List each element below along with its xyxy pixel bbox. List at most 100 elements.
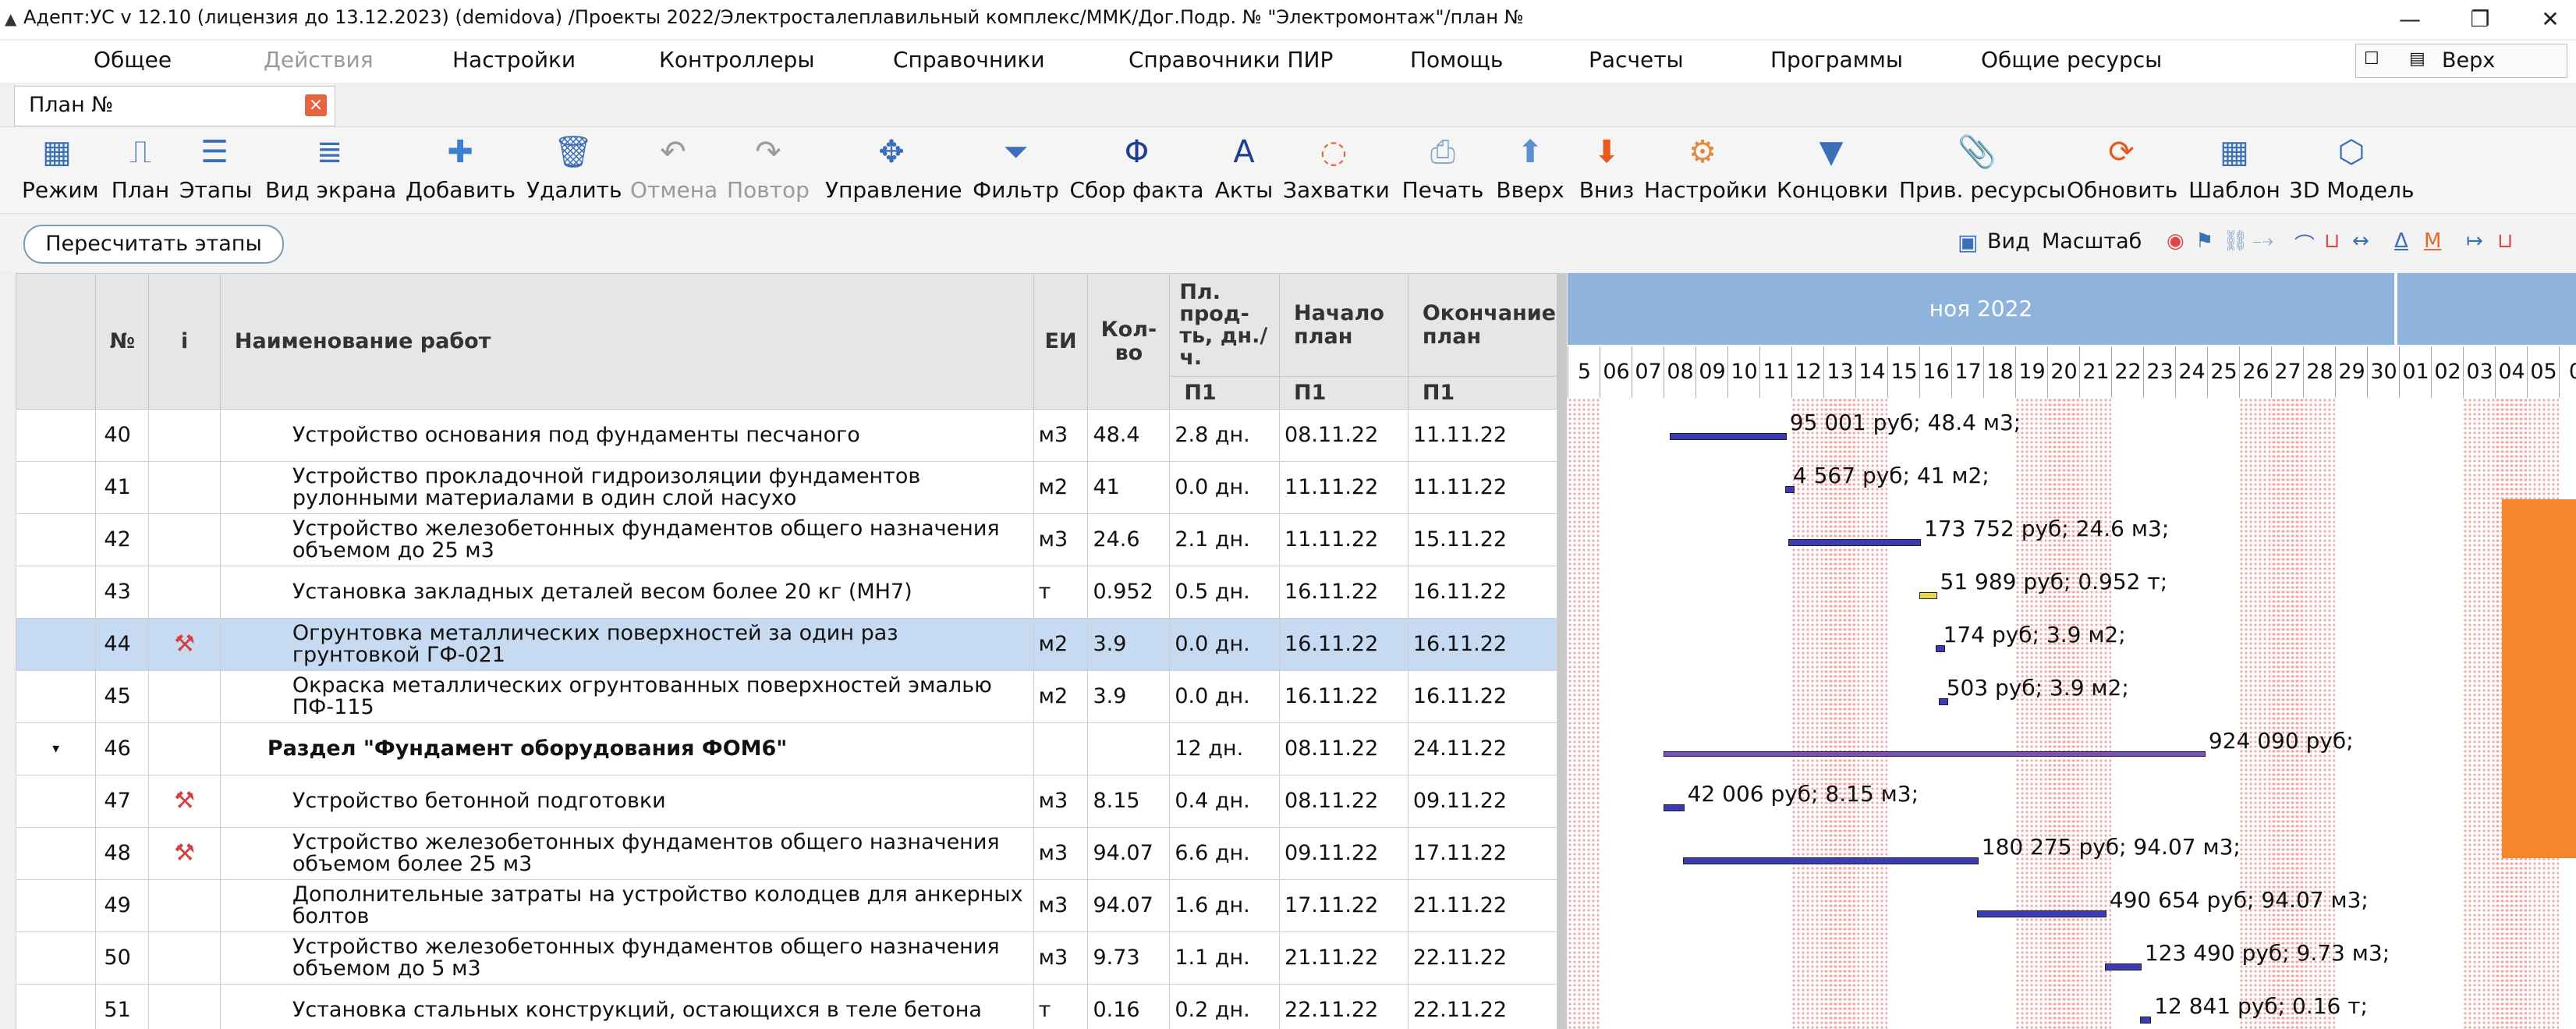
menu-calculations[interactable]: Расчеты: [1589, 47, 1684, 73]
header-info[interactable]: i: [148, 273, 221, 410]
gantt-bar[interactable]: [1664, 751, 2206, 757]
menu-references-pir[interactable]: Справочники ПИР: [1129, 47, 1333, 73]
print-button[interactable]: ⎙ Печать: [1396, 132, 1490, 210]
cell-end[interactable]: 21.11.22: [1407, 879, 1557, 932]
cell-unit[interactable]: м2: [1033, 461, 1089, 514]
cell-start[interactable]: 09.11.22: [1279, 827, 1408, 880]
close-tab-icon[interactable]: ×: [305, 94, 327, 116]
cell-start[interactable]: 16.11.22: [1279, 618, 1408, 671]
cell-expand[interactable]: [16, 775, 97, 828]
table-row[interactable]: 40 Устройство основания под фундаменты пе…: [16, 409, 1557, 462]
arc-icon[interactable]: ⌒: [2294, 229, 2315, 258]
cell-expand[interactable]: [16, 461, 97, 514]
cell-info[interactable]: [148, 513, 221, 566]
dash-icon[interactable]: ⤍: [2252, 229, 2273, 254]
cell-end[interactable]: 22.11.22: [1407, 931, 1557, 985]
delete-button[interactable]: 🗑 Удалить: [526, 132, 622, 210]
cell-start[interactable]: 22.11.22: [1279, 984, 1408, 1029]
cell-dur[interactable]: 6.6 дн.: [1169, 827, 1281, 880]
cell-dur[interactable]: 0.0 дн.: [1169, 461, 1281, 514]
menu-controllers[interactable]: Контроллеры: [659, 47, 814, 73]
menu-settings[interactable]: Настройки: [452, 47, 576, 73]
cell-name[interactable]: Раздел "Фундамент оборудования ФОМ6": [219, 722, 1034, 775]
cell-unit[interactable]: м3: [1033, 775, 1089, 828]
cell-expand[interactable]: [16, 670, 97, 723]
span-icon[interactable]: ↔: [2352, 229, 2369, 253]
table-row[interactable]: 41 Устройство прокладочной гидроизоляции …: [16, 461, 1557, 514]
cell-dur[interactable]: 0.0 дн.: [1169, 670, 1281, 723]
settings-button[interactable]: ⚙ Настройки: [1644, 132, 1767, 210]
header-unit[interactable]: ЕИ: [1033, 273, 1089, 410]
cell-end[interactable]: 24.11.22: [1407, 722, 1557, 775]
placement-select[interactable]: ☐ ▤ Верх: [2355, 44, 2567, 78]
cell-dur[interactable]: 2.8 дн.: [1169, 409, 1281, 462]
cell-num[interactable]: 51: [95, 984, 150, 1029]
cell-dur[interactable]: 0.0 дн.: [1169, 618, 1281, 671]
undo-button[interactable]: ↶ Отмена: [630, 132, 718, 210]
cell-info[interactable]: [148, 670, 221, 723]
gantt-bar[interactable]: [1664, 804, 1685, 811]
cell-num[interactable]: 45: [95, 670, 150, 723]
cell-end[interactable]: 16.11.22: [1407, 566, 1557, 619]
menu-programs[interactable]: Программы: [1770, 47, 1903, 73]
cell-name[interactable]: Устройство железобетонных фундаментов об…: [219, 827, 1034, 880]
cell-info[interactable]: [148, 409, 221, 462]
cell-unit[interactable]: м2: [1033, 618, 1089, 671]
table-row[interactable]: 48 ⚒ Устройство железобетонных фундаментов…: [16, 827, 1557, 880]
menu-general[interactable]: Общее: [94, 47, 172, 73]
template-button[interactable]: ▦ Шаблон: [2188, 132, 2281, 210]
endings-button[interactable]: ▼ Концовки: [1777, 132, 1888, 210]
cell-start[interactable]: 21.11.22: [1279, 931, 1408, 985]
cell-name[interactable]: Дополнительные затраты на устройство кол…: [219, 879, 1034, 932]
cell-name[interactable]: Устройство железобетонных фундаментов об…: [219, 513, 1034, 566]
cell-name[interactable]: Устройство основания под фундаменты песч…: [219, 409, 1034, 462]
move-down-button[interactable]: ⬇ Вниз: [1571, 132, 1642, 210]
table-row[interactable]: 44 ⚒ Огрунтовка металлических поверхностей…: [16, 618, 1557, 671]
restore-button[interactable]: ❐: [2449, 3, 2511, 36]
grips-button[interactable]: ◌ Захватки: [1283, 132, 1390, 210]
cell-name[interactable]: Устройство прокладочной гидроизоляции фу…: [219, 461, 1034, 514]
cup-icon[interactable]: ⊔: [2497, 229, 2513, 253]
cell-unit[interactable]: м3: [1033, 827, 1089, 880]
manage-button[interactable]: ✥ Управление: [825, 132, 962, 210]
cell-name[interactable]: Устройство бетонной подготовки: [219, 775, 1034, 828]
cell-end[interactable]: 16.11.22: [1407, 618, 1557, 671]
plan-button[interactable]: ⎍ План: [109, 132, 172, 210]
cell-unit[interactable]: м3: [1033, 513, 1089, 566]
cell-end[interactable]: 11.11.22: [1407, 409, 1557, 462]
table-row[interactable]: ▾ 46 Раздел "Фундамент оборудования ФОМ6" 1…: [16, 722, 1557, 775]
menu-references[interactable]: Справочники: [893, 47, 1045, 73]
cell-num[interactable]: 48: [95, 827, 150, 880]
cell-expand[interactable]: [16, 409, 97, 462]
cell-dur[interactable]: 2.1 дн.: [1169, 513, 1281, 566]
collapse-icon[interactable]: ▾: [21, 738, 90, 760]
cell-expand[interactable]: [16, 931, 97, 985]
cell-info[interactable]: ⚒: [148, 827, 221, 880]
cell-dur[interactable]: 0.2 дн.: [1169, 984, 1281, 1029]
header-start[interactable]: Начало план: [1279, 273, 1408, 377]
screen-view-button[interactable]: ≣ Вид экрана: [265, 132, 396, 210]
minimize-button[interactable]: —: [2379, 3, 2441, 36]
cell-expand[interactable]: [16, 566, 97, 619]
gantt-bar[interactable]: [1670, 433, 1787, 440]
scale-label[interactable]: Масштаб: [2042, 229, 2142, 254]
cell-info[interactable]: ⚒: [148, 618, 221, 671]
cell-end[interactable]: 11.11.22: [1407, 461, 1557, 514]
cell-qty[interactable]: 41: [1087, 461, 1171, 514]
gantt-bar[interactable]: [1682, 857, 1979, 864]
cell-info[interactable]: [148, 984, 221, 1029]
table-row[interactable]: 45 Окраска металлических огрунтованных по…: [16, 670, 1557, 723]
cell-qty[interactable]: 8.15: [1087, 775, 1171, 828]
header-qty[interactable]: Кол-во: [1087, 273, 1171, 410]
cell-info[interactable]: [148, 879, 221, 932]
m-icon[interactable]: M: [2424, 229, 2441, 253]
cell-dur[interactable]: 1.1 дн.: [1169, 931, 1281, 985]
cell-name[interactable]: Установка закладных деталей весом более …: [219, 566, 1034, 619]
cell-unit[interactable]: м3: [1033, 931, 1089, 985]
stages-button[interactable]: ☰ Этапы: [179, 132, 252, 210]
table-row[interactable]: 42 Устройство железобетонных фундаментов …: [16, 513, 1557, 566]
menu-shared-resources[interactable]: Общие ресурсы: [1981, 47, 2162, 73]
cell-info[interactable]: [148, 461, 221, 514]
cell-start[interactable]: 16.11.22: [1279, 670, 1408, 723]
resources-button[interactable]: 📎 Прив. ресурсы: [1899, 132, 2066, 210]
